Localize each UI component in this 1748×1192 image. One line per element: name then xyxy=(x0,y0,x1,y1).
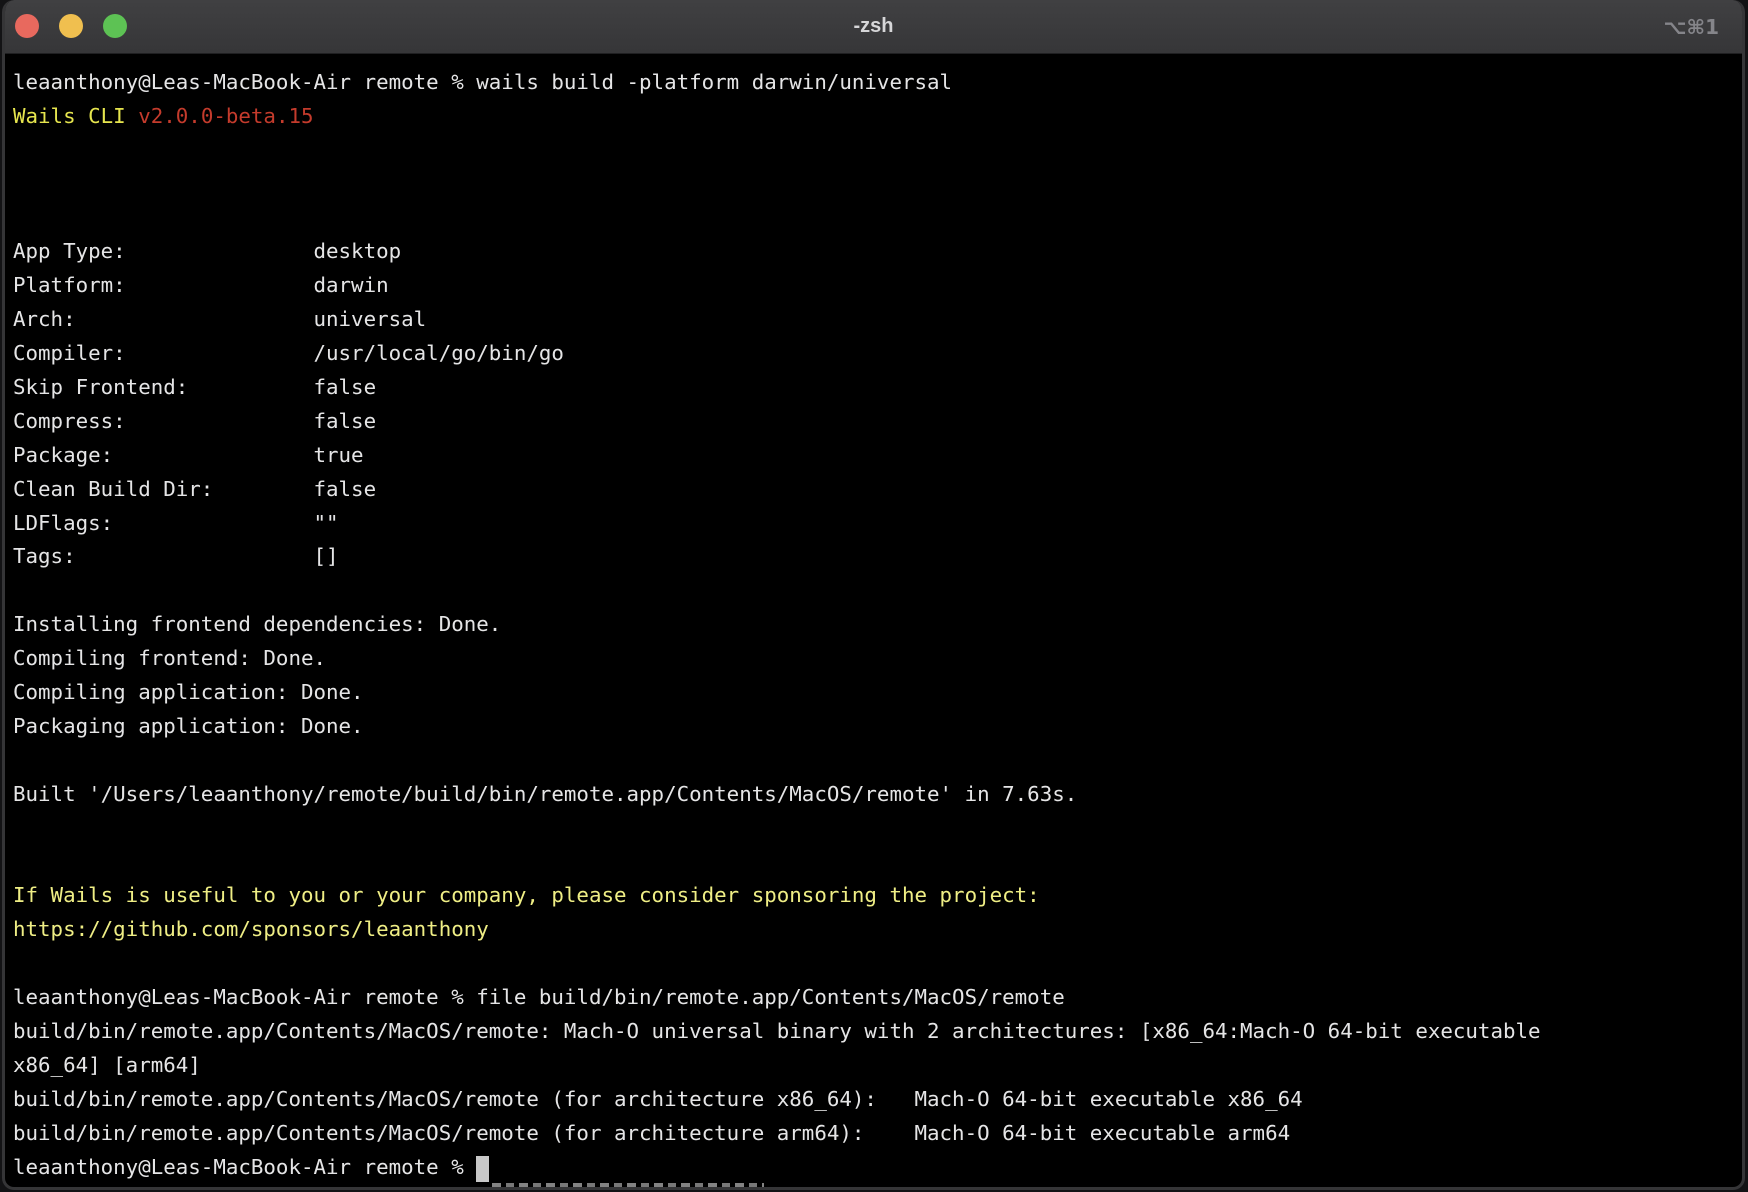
terminal-text-segment: Compress: false xyxy=(13,409,376,433)
terminal-text-segment: build/bin/remote.app/Contents/MacOS/remo… xyxy=(13,1019,1541,1043)
terminal-line: LDFlags: "" xyxy=(13,507,1742,541)
terminal-line: Wails CLI v2.0.0-beta.15 xyxy=(13,100,1742,134)
terminal-line: https://github.com/sponsors/leaanthony xyxy=(13,913,1742,947)
terminal-line: Compiler: /usr/local/go/bin/go xyxy=(13,337,1742,371)
terminal-line: leaanthony@Leas-MacBook-Air remote % fil… xyxy=(13,981,1742,1015)
terminal-line: Compiling application: Done. xyxy=(13,676,1742,710)
terminal-line: Packaging application: Done. xyxy=(13,710,1742,744)
terminal-line xyxy=(13,812,1742,846)
terminal-line xyxy=(13,134,1742,168)
terminal-text-segment: Platform: darwin xyxy=(13,273,389,297)
terminal-line: Clean Build Dir: false xyxy=(13,473,1742,507)
terminal-line: Installing frontend dependencies: Done. xyxy=(13,608,1742,642)
terminal-line: Package: true xyxy=(13,439,1742,473)
terminal-text-segment: leaanthony@Leas-MacBook-Air remote % fil… xyxy=(13,985,1065,1009)
terminal-line xyxy=(13,574,1742,608)
terminal-text-segment: v2.0.0-beta.15 xyxy=(138,104,313,128)
terminal-text-segment: Skip Frontend: false xyxy=(13,375,376,399)
terminal-line: build/bin/remote.app/Contents/MacOS/remo… xyxy=(13,1117,1742,1151)
terminal-line: Compress: false xyxy=(13,405,1742,439)
terminal-text-segment: Package: true xyxy=(13,443,364,467)
terminal-line: leaanthony@Leas-MacBook-Air remote % wai… xyxy=(13,66,1742,100)
terminal-text-segment: Wails CLI xyxy=(13,104,138,128)
terminal-text-segment: Clean Build Dir: false xyxy=(13,477,376,501)
terminal-text-segment: Compiler: /usr/local/go/bin/go xyxy=(13,341,564,365)
terminal-line xyxy=(13,168,1742,202)
terminal-text-segment: build/bin/remote.app/Contents/MacOS/remo… xyxy=(13,1087,1303,1111)
terminal-line xyxy=(13,845,1742,879)
terminal-line: Built '/Users/leaanthony/remote/build/bi… xyxy=(13,778,1742,812)
terminal-text-segment: Tags: [] xyxy=(13,544,339,568)
clipped-text-fragment xyxy=(492,1183,764,1187)
terminal-line: leaanthony@Leas-MacBook-Air remote % xyxy=(13,1151,1742,1185)
terminal-line: Compiling frontend: Done. xyxy=(13,642,1742,676)
terminal-text-segment: leaanthony@Leas-MacBook-Air remote % wai… xyxy=(13,70,952,94)
terminal-window: -zsh ⌥⌘1 leaanthony@Leas-MacBook-Air rem… xyxy=(2,0,1745,1190)
terminal-line: build/bin/remote.app/Contents/MacOS/remo… xyxy=(13,1015,1742,1049)
terminal-line: x86_64] [arm64] xyxy=(13,1049,1742,1083)
terminal-text-segment: https://github.com/sponsors/leaanthony xyxy=(13,917,489,941)
terminal-line xyxy=(13,202,1742,236)
terminal-text-segment: Built '/Users/leaanthony/remote/build/bi… xyxy=(13,782,1077,806)
terminal-line: build/bin/remote.app/Contents/MacOS/remo… xyxy=(13,1083,1742,1117)
terminal-text-segment: LDFlags: "" xyxy=(13,511,339,535)
terminal-text-segment: Compiling application: Done. xyxy=(13,680,364,704)
terminal-line: Platform: darwin xyxy=(13,269,1742,303)
terminal-line: Skip Frontend: false xyxy=(13,371,1742,405)
terminal-cursor xyxy=(476,1156,489,1182)
terminal-text-segment: Packaging application: Done. xyxy=(13,714,364,738)
terminal-output[interactable]: leaanthony@Leas-MacBook-Air remote % wai… xyxy=(5,53,1742,1187)
terminal-text-segment: If Wails is useful to you or your compan… xyxy=(13,883,1040,907)
terminal-text-segment: x86_64] [arm64] xyxy=(13,1053,201,1077)
terminal-text-segment: leaanthony@Leas-MacBook-Air remote % xyxy=(13,1155,476,1179)
terminal-text-segment: App Type: desktop xyxy=(13,239,401,263)
terminal-line: If Wails is useful to you or your compan… xyxy=(13,879,1742,913)
terminal-text-segment: Arch: universal xyxy=(13,307,426,331)
terminal-line: Tags: [] xyxy=(13,540,1742,574)
terminal-text-segment: Installing frontend dependencies: Done. xyxy=(13,612,501,636)
terminal-line: App Type: desktop xyxy=(13,235,1742,269)
window-titlebar[interactable]: -zsh ⌥⌘1 xyxy=(2,0,1745,54)
terminal-text-segment: Compiling frontend: Done. xyxy=(13,646,326,670)
terminal-line xyxy=(13,744,1742,778)
terminal-line: Arch: universal xyxy=(13,303,1742,337)
window-shortcut-badge: ⌥⌘1 xyxy=(1663,0,1719,53)
terminal-line xyxy=(13,947,1742,981)
window-title: -zsh xyxy=(2,0,1745,53)
terminal-text-segment: build/bin/remote.app/Contents/MacOS/remo… xyxy=(13,1121,1290,1145)
